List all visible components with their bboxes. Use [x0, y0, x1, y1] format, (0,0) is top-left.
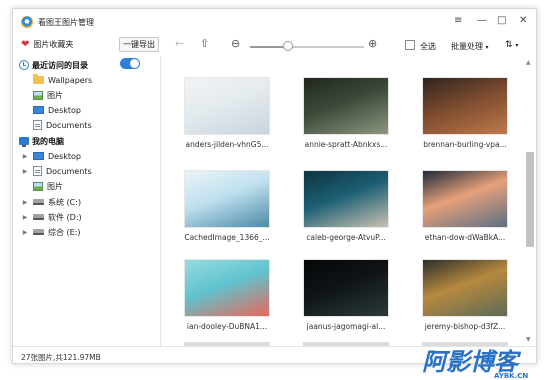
documents-icon	[33, 120, 42, 130]
sidebar-item-label: 系统 (C:)	[48, 197, 82, 207]
chevron-down-icon: ▾	[515, 42, 519, 49]
recent-folders-header[interactable]: 最近访问的目录	[19, 58, 88, 72]
folder-icon	[33, 74, 44, 84]
select-all-checkbox[interactable]	[405, 40, 415, 50]
drive-icon	[33, 214, 44, 220]
export-button[interactable]: 一键导出	[119, 37, 159, 52]
picture-folder-icon	[33, 181, 43, 191]
thumbnail-image[interactable]	[303, 170, 389, 228]
back-arrow-icon[interactable]: ←	[175, 38, 184, 50]
menu-icon[interactable]: ≡	[454, 15, 462, 27]
documents-icon	[33, 166, 42, 176]
zoom-out-icon[interactable]: ⊖	[231, 38, 240, 50]
sidebar-item-label: 软件 (D:)	[48, 212, 82, 222]
sidebar-item-drive-e[interactable]: ▶ 综合 (E:)	[21, 225, 81, 239]
sidebar: 最近访问的目录 Wallpapers 图片 Desktop Documents …	[13, 57, 161, 346]
my-computer-label: 我的电脑	[32, 136, 64, 146]
window-title: 看图王图片管理	[38, 17, 94, 27]
up-folder-icon[interactable]: ⇧	[200, 38, 209, 50]
chevron-right-icon[interactable]: ▶	[21, 229, 29, 236]
app-logo-icon	[21, 16, 33, 28]
scroll-down-icon[interactable]: ▼	[526, 336, 531, 343]
thumbnail-image[interactable]	[422, 77, 508, 135]
thumbnail-caption: anders-jilden-vhnG5...	[185, 140, 269, 149]
status-summary: 27张图片,共121.97MB	[21, 353, 101, 362]
sidebar-item-label: Documents	[46, 120, 92, 130]
clock-icon	[19, 60, 29, 70]
sidebar-item-pictures[interactable]: 图片	[33, 88, 63, 102]
minimize-button[interactable]: —	[477, 15, 487, 27]
thumbnail-image[interactable]	[422, 170, 508, 228]
desktop-icon	[33, 106, 44, 114]
recent-folders-toggle[interactable]	[120, 58, 140, 69]
chevron-right-icon[interactable]: ▶	[21, 214, 29, 221]
title-bar: 看图王图片管理 ≡ — □ ✕	[13, 9, 536, 35]
thumbnail-caption: caleb-george-AtvuP...	[306, 233, 386, 242]
picture-folder-icon	[33, 90, 43, 100]
my-computer-header[interactable]: 我的电脑	[19, 134, 64, 148]
heart-icon: ❤	[21, 38, 30, 50]
sidebar-item-label: 综合 (E:)	[48, 227, 81, 237]
sidebar-item-drive-d[interactable]: ▶ 软件 (D:)	[21, 210, 82, 224]
scroll-thumb[interactable]	[526, 152, 534, 247]
thumbnail-image[interactable]	[303, 77, 389, 135]
drive-icon	[33, 229, 44, 235]
chevron-down-icon: ▾	[485, 44, 489, 51]
maximize-button[interactable]: □	[497, 15, 506, 27]
batch-process-dropdown[interactable]: 批量处理 ▾	[451, 41, 489, 52]
batch-process-label: 批量处理	[451, 42, 483, 51]
sidebar-item-label: Desktop	[48, 105, 81, 115]
zoom-slider-knob[interactable]	[283, 41, 293, 51]
thumbnail-caption: annie-spratt-Abnkxs...	[304, 140, 388, 149]
thumbnail-image[interactable]	[422, 259, 508, 317]
thumbnail-caption: jaanus-jagomagi-al...	[306, 322, 386, 331]
sidebar-item-wallpapers[interactable]: Wallpapers	[33, 73, 92, 87]
thumbnail-caption: ian-dooley-DuBNA1...	[186, 322, 268, 331]
zoom-slider-fill	[250, 46, 283, 48]
chevron-right-icon[interactable]: ▶	[21, 199, 29, 206]
zoom-slider[interactable]	[250, 46, 364, 48]
sidebar-item-label: Wallpapers	[48, 75, 93, 85]
drive-icon	[33, 199, 44, 205]
sidebar-item-pc-pictures[interactable]: 图片	[21, 179, 63, 193]
sidebar-item-documents[interactable]: Documents	[33, 118, 92, 132]
sidebar-item-drive-c[interactable]: ▶ 系统 (C:)	[21, 195, 81, 209]
thumbnail-image[interactable]	[184, 170, 270, 228]
sidebar-item-pc-documents[interactable]: ▶ Documents	[21, 164, 92, 178]
sidebar-item-desktop[interactable]: Desktop	[33, 103, 81, 117]
thumbnail-image[interactable]	[184, 259, 270, 317]
thumbnail-image[interactable]	[184, 77, 270, 135]
sidebar-item-label: Desktop	[48, 151, 81, 161]
toolbar: ❤ 图片收藏夹 一键导出 ← ⇧ ⊖ ⊕ 全选 批量处理 ▾ ⇅ ▾	[13, 35, 536, 57]
desktop-icon	[33, 152, 44, 160]
close-button[interactable]: ✕	[519, 15, 527, 27]
recent-folders-label: 最近访问的目录	[32, 60, 88, 70]
chevron-right-icon[interactable]: ▶	[21, 168, 29, 175]
sort-dropdown[interactable]: ⇅ ▾	[505, 40, 518, 50]
favorites-label: 图片收藏夹	[33, 40, 74, 49]
vertical-scrollbar[interactable]: ▲ ▼	[523, 57, 536, 346]
favorites-button[interactable]: ❤ 图片收藏夹	[21, 39, 73, 50]
thumbnail-caption: CachedImage_1366_...	[184, 233, 270, 242]
thumbnail-caption: jeremy-bishop-d3fZ...	[424, 322, 506, 331]
select-all-label: 全选	[420, 42, 436, 51]
sidebar-item-label: 图片	[47, 90, 63, 100]
sidebar-item-label: Documents	[46, 166, 92, 176]
sidebar-item-label: 图片	[47, 181, 63, 191]
thumbnail-caption: ethan-dow-dWaBkA...	[424, 233, 506, 242]
sort-icon: ⇅	[505, 40, 513, 50]
thumbnail-grid: anders-jilden-vhnG5... annie-spratt-Abnkx…	[162, 57, 522, 346]
zoom-in-icon[interactable]: ⊕	[368, 38, 377, 50]
watermark-sub: AYBK.CN	[494, 372, 528, 380]
watermark-logo: 阿影博客 AYBK.CN	[422, 348, 528, 380]
app-window: 看图王图片管理 ≡ — □ ✕ ❤ 图片收藏夹 一键导出 ← ⇧ ⊖ ⊕ 全选 …	[12, 8, 537, 364]
computer-icon	[19, 137, 29, 147]
scroll-up-icon[interactable]: ▲	[526, 59, 531, 66]
thumbnail-image[interactable]	[303, 259, 389, 317]
thumbnail-caption: brennan-burling-vpa...	[423, 140, 507, 149]
chevron-right-icon[interactable]: ▶	[21, 153, 29, 160]
sidebar-item-pc-desktop[interactable]: ▶ Desktop	[21, 149, 81, 163]
